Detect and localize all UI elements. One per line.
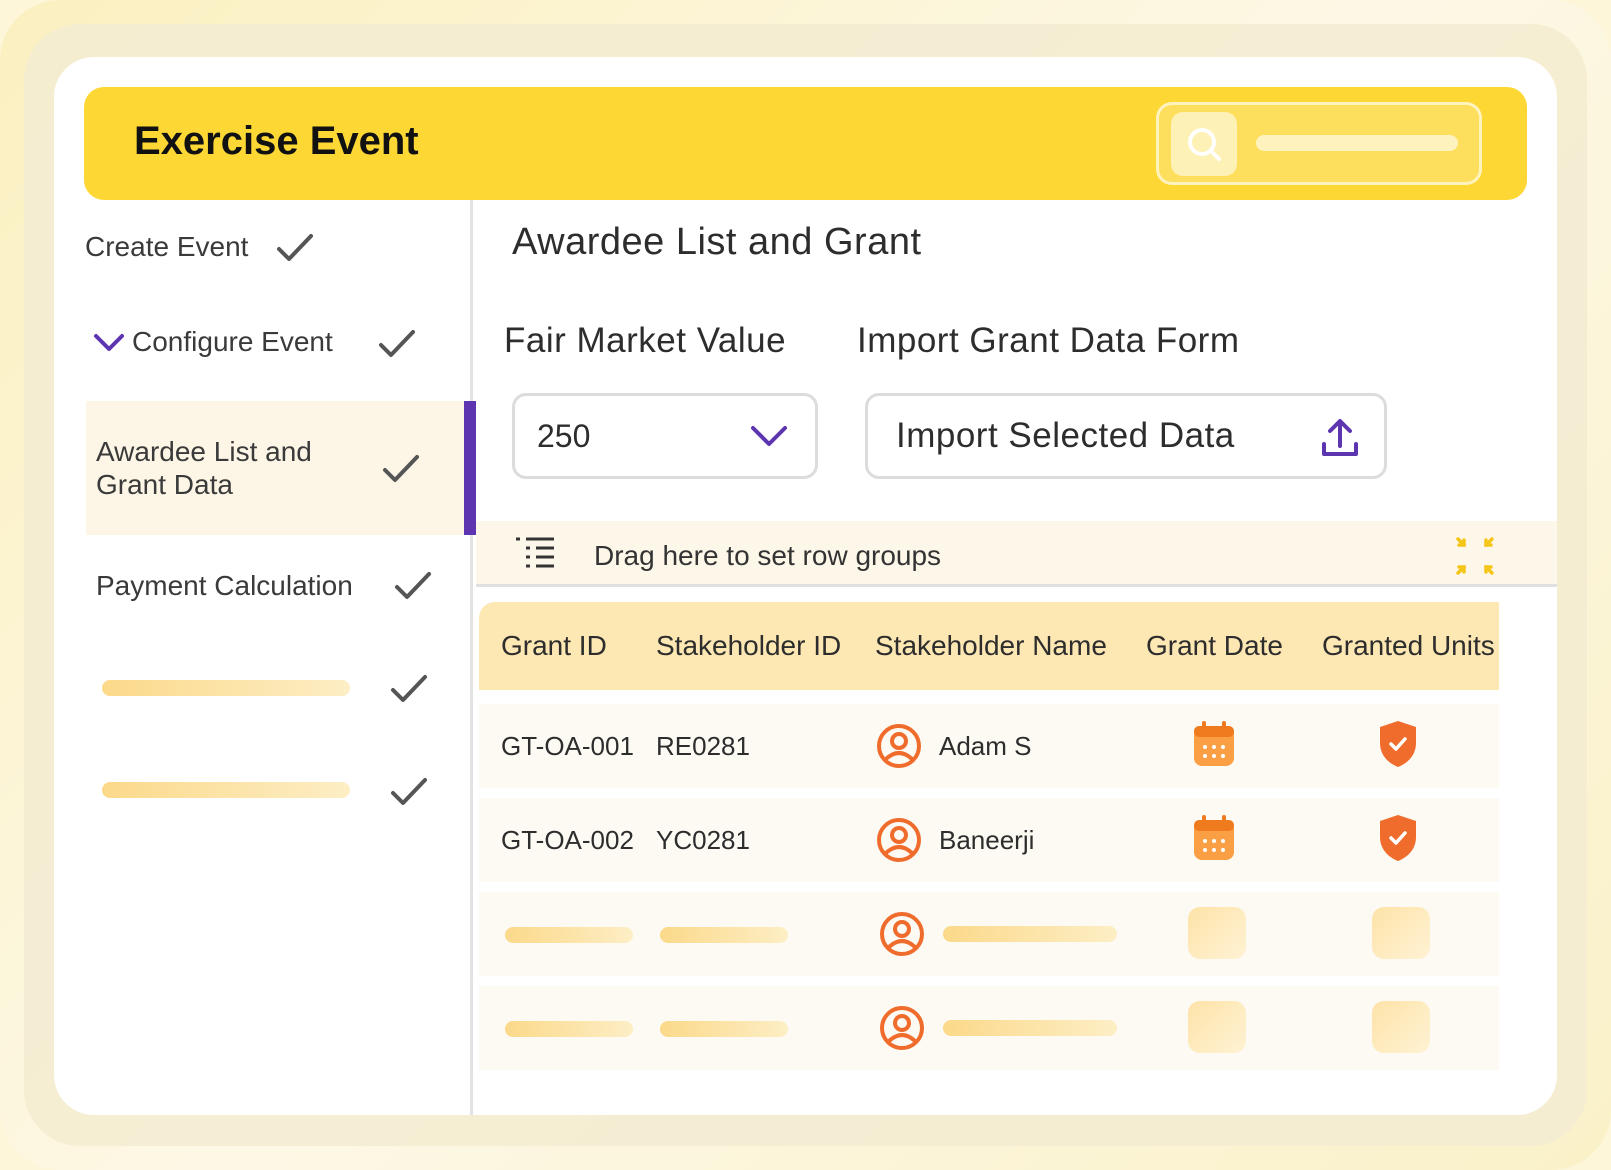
- search-box[interactable]: [1156, 102, 1482, 185]
- check-icon: [391, 675, 427, 702]
- table-row[interactable]: GT-OA-002 YC0281 Baneerji: [479, 798, 1499, 882]
- collapse-icon[interactable]: [1456, 537, 1494, 575]
- cell-placeholder: [943, 1020, 1117, 1036]
- user-avatar-icon: [877, 724, 921, 768]
- chevron-down-icon[interactable]: [93, 333, 125, 353]
- user-avatar-icon: [877, 818, 921, 862]
- table-row-placeholder: [479, 892, 1499, 976]
- calendar-icon[interactable]: [1192, 720, 1236, 768]
- check-icon: [383, 455, 419, 482]
- cell-placeholder: [1188, 1001, 1246, 1053]
- cell-stakeholder-name: Baneerji: [939, 825, 1035, 855]
- sidebar-item-label: Grant Data: [96, 469, 233, 500]
- sidebar-item-label: Configure Event: [132, 326, 333, 357]
- cell-grant-id: GT-OA-002: [501, 825, 634, 855]
- search-button[interactable]: [1171, 112, 1237, 176]
- cell-stakeholder-id: YC0281: [656, 825, 750, 855]
- cell-placeholder: [943, 926, 1117, 942]
- import-button-label: Import Selected Data: [896, 416, 1235, 455]
- table-row-placeholder: [479, 986, 1499, 1070]
- sidebar-item-payment-calculation[interactable]: Payment Calculation: [96, 570, 353, 602]
- cell-placeholder: [1372, 1001, 1430, 1053]
- user-avatar-icon: [880, 912, 924, 956]
- chevron-down-icon: [751, 426, 787, 446]
- search-input[interactable]: [1256, 135, 1458, 151]
- sidebar-item-label: Payment Calculation: [96, 570, 353, 601]
- row-group-hint: Drag here to set row groups: [594, 540, 942, 571]
- sidebar-item-placeholder: [102, 680, 350, 696]
- sidebar-item-placeholder: [102, 782, 350, 798]
- cell-stakeholder-name: Adam S: [939, 731, 1032, 761]
- check-icon: [395, 572, 431, 599]
- table-row[interactable]: GT-OA-001 RE0281 Adam S: [479, 704, 1499, 788]
- check-icon: [379, 330, 415, 357]
- sidebar-divider: [470, 200, 473, 1115]
- import-form-label: Import Grant Data Form: [857, 321, 1240, 360]
- sidebar-item-configure-event[interactable]: Configure Event: [132, 326, 333, 358]
- column-header-grant-id[interactable]: Grant ID: [501, 630, 607, 662]
- sidebar-item-create-event[interactable]: Create Event: [85, 231, 248, 263]
- sidebar-item-awardee-label[interactable]: Awardee List and Grant Data: [96, 435, 312, 501]
- shield-check-icon: [1380, 815, 1416, 861]
- column-header-granted-units[interactable]: Granted Units: [1322, 630, 1495, 662]
- cell-placeholder: [1372, 907, 1430, 959]
- cell-grant-id: GT-OA-001: [501, 731, 634, 761]
- upload-icon: [1322, 419, 1358, 456]
- column-header-stakeholder-id[interactable]: Stakeholder ID: [656, 630, 841, 662]
- column-header-stakeholder-name[interactable]: Stakeholder Name: [875, 630, 1107, 662]
- cell-placeholder: [505, 927, 633, 943]
- page-title: Exercise Event: [134, 119, 419, 163]
- check-icon: [391, 778, 427, 805]
- app-window: Exercise Event Create Event Configure Ev…: [54, 57, 1557, 1115]
- active-indicator: [464, 401, 476, 535]
- search-icon: [1188, 128, 1221, 161]
- table-header: Grant ID Stakeholder ID Stakeholder Name…: [479, 602, 1499, 690]
- fair-market-value-select[interactable]: 250: [512, 393, 818, 479]
- column-header-grant-date[interactable]: Grant Date: [1146, 630, 1283, 662]
- calendar-icon[interactable]: [1192, 814, 1236, 862]
- select-value: 250: [537, 418, 591, 454]
- cell-placeholder: [1188, 907, 1246, 959]
- user-avatar-icon: [880, 1006, 924, 1050]
- import-selected-data-button[interactable]: Import Selected Data: [865, 393, 1387, 479]
- cell-placeholder: [505, 1021, 633, 1037]
- sidebar-item-label: Awardee List and: [96, 436, 312, 467]
- cell-placeholder: [660, 927, 788, 943]
- section-title: Awardee List and Grant: [512, 221, 922, 263]
- list-icon: [516, 537, 554, 568]
- sidebar-item-label: Create Event: [85, 231, 249, 262]
- row-group-dropzone[interactable]: Drag here to set row groups: [476, 521, 1557, 587]
- shield-check-icon: [1380, 721, 1416, 767]
- fair-market-value-label: Fair Market Value: [504, 321, 787, 360]
- check-icon: [277, 234, 313, 261]
- cell-stakeholder-id: RE0281: [656, 731, 750, 761]
- header-bar: Exercise Event: [84, 87, 1527, 200]
- cell-placeholder: [660, 1021, 788, 1037]
